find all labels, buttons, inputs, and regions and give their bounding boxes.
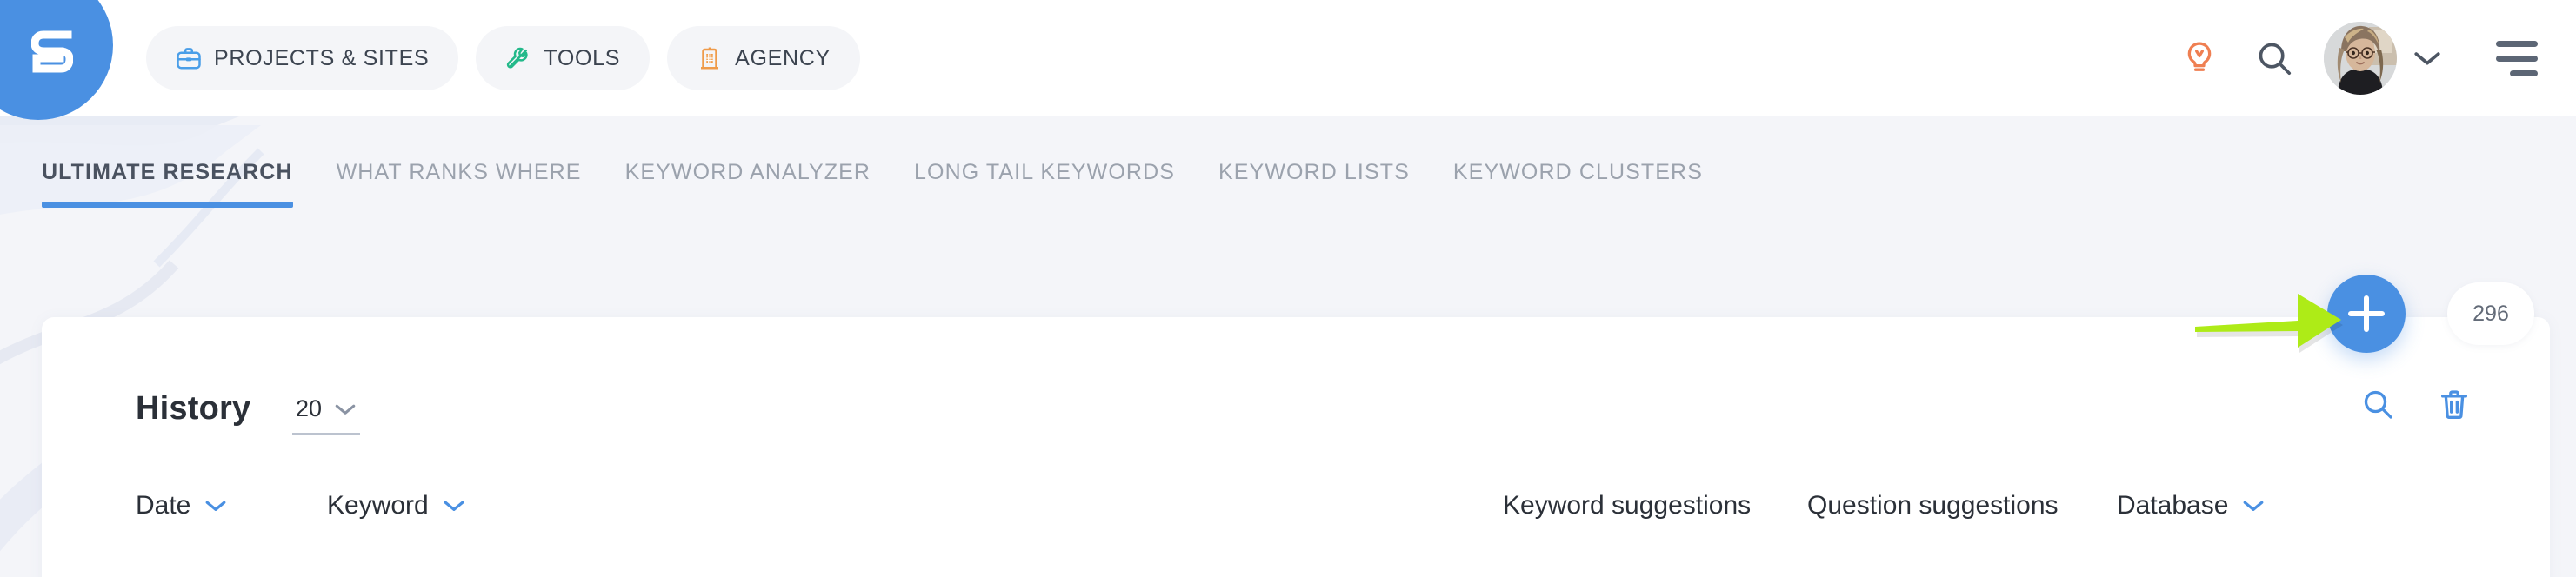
column-header-keyword[interactable]: Keyword: [327, 491, 465, 521]
history-search-button[interactable]: [2360, 387, 2395, 421]
sort-chevron-down-icon: [2244, 501, 2264, 511]
logo-s-icon: [31, 30, 73, 73]
page-size-value: 20: [296, 395, 323, 421]
column-label: Question suggestions: [1807, 491, 2059, 520]
burger-line: [2510, 70, 2538, 76]
history-panel-header: History 20: [42, 317, 2550, 461]
plus-icon-vertical: [2364, 295, 2369, 332]
tab-keyword-clusters[interactable]: KEYWORD CLUSTERS: [1453, 160, 1724, 208]
tab-ultimate-research[interactable]: ULTIMATE RESEARCH: [42, 160, 314, 208]
nav-pill-label: AGENCY: [735, 45, 831, 70]
search-icon: [2259, 43, 2292, 76]
nav-pill-label: TOOLS: [544, 45, 621, 70]
ideas-button[interactable]: [2162, 21, 2237, 96]
nav-pill-projects-sites[interactable]: PROJECTS & SITES: [146, 26, 459, 90]
burger-line: [2496, 40, 2538, 47]
user-avatar-image: [2324, 22, 2397, 95]
page-size-select[interactable]: 20: [292, 395, 361, 435]
column-label: Date: [136, 491, 191, 520]
tab-what-ranks-where[interactable]: WHAT RANKS WHERE: [337, 160, 603, 208]
lightbulb-icon: [2187, 42, 2212, 71]
account-menu-button[interactable]: [2397, 21, 2458, 96]
top-header: PROJECTS & SITES TOOLS AGENCY: [0, 0, 2576, 120]
wrench-icon: [507, 47, 528, 69]
sort-chevron-down-icon: [444, 501, 464, 511]
column-header-keyword-suggestions: Keyword suggestions: [1503, 491, 1751, 521]
tab-long-tail-keywords[interactable]: LONG TAIL KEYWORDS: [914, 160, 1196, 208]
tab-keyword-analyzer[interactable]: KEYWORD ANALYZER: [625, 160, 891, 208]
nav-pill-agency[interactable]: AGENCY: [667, 26, 860, 90]
header-actions: [2162, 0, 2538, 116]
chevron-down-icon: [2414, 52, 2440, 65]
column-label: Keyword: [327, 491, 429, 520]
sort-chevron-down-icon: [206, 501, 226, 511]
section-tabs-bar: ULTIMATE RESEARCH WHAT RANKS WHERE KEYWO…: [0, 116, 2576, 353]
briefcase-icon: [177, 48, 201, 70]
tab-label: WHAT RANKS WHERE: [336, 160, 582, 184]
column-header-question-suggestions: Question suggestions: [1807, 491, 2059, 521]
chevron-down-icon: [335, 404, 356, 415]
tab-label: LONG TAIL KEYWORDS: [914, 160, 1175, 184]
app-root: PROJECTS & SITES TOOLS AGENCY ULTIMATE R…: [0, 0, 2576, 577]
section-tabs: ULTIMATE RESEARCH WHAT RANKS WHERE KEYWO…: [42, 160, 1746, 208]
primary-nav: PROJECTS & SITES TOOLS AGENCY: [146, 26, 860, 90]
credits-badge: 296: [2447, 282, 2534, 345]
global-search-button[interactable]: [2237, 21, 2312, 96]
tab-label: KEYWORD CLUSTERS: [1452, 160, 1703, 184]
page-title: History: [136, 390, 251, 427]
nav-pill-tools[interactable]: TOOLS: [476, 26, 651, 90]
tab-keyword-lists[interactable]: KEYWORD LISTS: [1218, 160, 1431, 208]
history-table-header: Date Keyword Keyword suggestions Questio…: [42, 491, 2550, 577]
tab-label: KEYWORD ANALYZER: [624, 160, 871, 184]
tab-label: KEYWORD LISTS: [1218, 160, 1410, 184]
history-panel: History 20 Date Keyword Keyword suggesti…: [42, 317, 2550, 577]
burger-line: [2496, 55, 2538, 62]
column-label: Database: [2117, 491, 2229, 520]
hamburger-menu-icon[interactable]: [2472, 21, 2538, 96]
history-delete-button[interactable]: [2437, 387, 2472, 421]
building-icon: [701, 47, 719, 70]
brand-logo[interactable]: [0, 0, 113, 120]
nav-pill-label: PROJECTS & SITES: [214, 45, 430, 70]
history-panel-tools: [2360, 387, 2472, 421]
add-research-button[interactable]: [2327, 275, 2406, 353]
column-label: Keyword suggestions: [1503, 491, 1752, 520]
active-tab-indicator: [42, 202, 293, 208]
column-header-date[interactable]: Date: [136, 491, 227, 521]
tab-label: ULTIMATE RESEARCH: [42, 160, 293, 184]
column-header-database[interactable]: Database: [2117, 491, 2265, 521]
avatar[interactable]: [2324, 22, 2397, 95]
